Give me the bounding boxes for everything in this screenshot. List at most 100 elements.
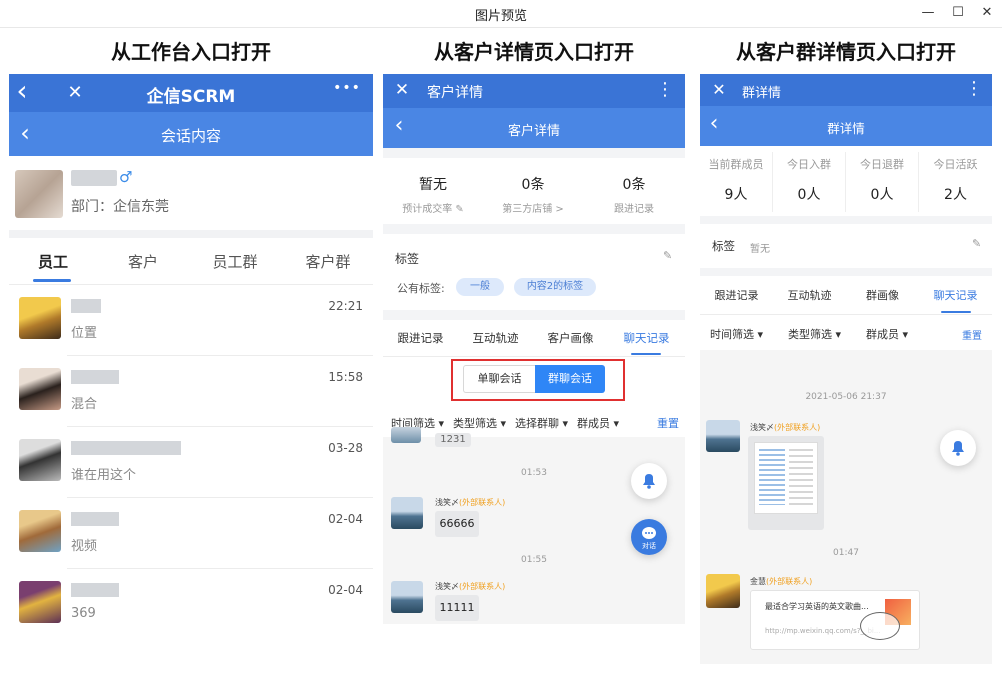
filter-label: 时间筛选 (710, 328, 754, 341)
blurred-name (71, 170, 117, 186)
chevron-down-icon: ▾ (902, 328, 909, 341)
tag-value: 暂无 (750, 244, 770, 255)
tab-interaction[interactable]: 互动轨迹 (773, 287, 846, 303)
list-item[interactable]: 谁在用这个 03-28 (9, 427, 373, 497)
page-title: 会话内容 (160, 127, 221, 145)
reset-button[interactable]: 重置 (962, 327, 982, 342)
filter-member[interactable]: 群成员 ▾ (866, 326, 908, 342)
message-preview: 谁在用这个 (71, 468, 137, 483)
image-message[interactable] (748, 436, 824, 530)
avatar (19, 297, 61, 339)
public-tags-label: 公有标签: (397, 282, 445, 295)
tab-chat-records[interactable]: 聊天记录 (608, 330, 685, 346)
filter-label: 选择群聊 (515, 417, 559, 430)
message-timestamp: 01:55 (521, 555, 547, 565)
divider (9, 230, 373, 238)
bell-icon (643, 474, 655, 489)
filter-group[interactable]: 选择群聊 ▾ (515, 415, 568, 431)
group-chat-toggle[interactable]: 群聊会话 (535, 365, 605, 393)
minimize-button[interactable]: — (913, 2, 943, 24)
avatar (19, 510, 61, 552)
sender-name: 金慧(外部联系人) (750, 577, 813, 586)
list-item[interactable]: 混合 15:58 (9, 356, 373, 426)
blurred-name (71, 299, 101, 313)
message-timestamp: 2021-05-06 21:37 (805, 392, 887, 402)
app-title: 群详情 (742, 86, 782, 101)
message-timestamp: 01:47 (833, 548, 859, 558)
close-icon[interactable]: ✕ (708, 80, 730, 99)
single-chat-toggle[interactable]: 单聊会话 (463, 365, 535, 393)
stat-value: 0条 (622, 177, 646, 193)
chat-button[interactable]: 对话 (631, 519, 667, 555)
link-title: 最适合学习英语的英文歌曲... (765, 602, 869, 611)
tab-employee[interactable]: 员工 (9, 251, 97, 272)
close-icon[interactable]: ✕ (391, 80, 413, 100)
blurred-name (71, 512, 119, 526)
message-preview: 混合 (71, 397, 98, 412)
notification-button[interactable] (631, 463, 667, 499)
stat-label: 今日活跃 (933, 158, 978, 171)
chat-button-label: 对话 (642, 542, 656, 550)
tag-chip: 内容2的标签 (514, 278, 596, 296)
notification-button[interactable] (940, 430, 976, 466)
stat-label[interactable]: 预计成交率 ✎ (383, 200, 483, 215)
filter-time[interactable]: 时间筛选 ▾ (710, 326, 763, 342)
stat-value: 2人 (944, 187, 967, 203)
close-window-button[interactable]: ✕ (972, 2, 1002, 24)
message-time: 02-04 (328, 583, 363, 597)
profile-card: ♂ 部门：企信东莞 (9, 156, 373, 230)
tab-customer-group[interactable]: 客户群 (284, 251, 372, 272)
detail-tabs: 跟进记录 互动轨迹 群画像 聊天记录 (700, 276, 992, 314)
list-item[interactable]: 视频 02-04 (9, 498, 373, 568)
chevron-down-icon: ▾ (835, 328, 842, 341)
stat-value: 9人 (724, 187, 748, 203)
tab-customer[interactable]: 客户 (99, 251, 187, 272)
blurred-name (71, 441, 181, 455)
filter-type[interactable]: 类型筛选 ▾ (788, 326, 841, 342)
conversation-tabs: 员工 客户 员工群 客户群 (9, 238, 373, 284)
filter-type[interactable]: 类型筛选 ▾ (453, 415, 506, 431)
divider (700, 314, 992, 315)
page-title: 群详情 (827, 121, 865, 136)
divider (700, 216, 992, 224)
chat-area: 1231 01:53 浅笑〆(外部联系人) 66666 01:55 浅笑〆(外部… (383, 427, 685, 624)
maximize-button[interactable]: ☐ (943, 2, 973, 24)
edit-icon[interactable]: ✎ (972, 237, 981, 250)
tab-follow-up[interactable]: 跟进记录 (383, 330, 458, 346)
tab-group-portrait[interactable]: 群画像 (846, 287, 919, 303)
tab-interaction[interactable]: 互动轨迹 (458, 330, 533, 346)
avatar (391, 581, 423, 613)
stat-value: 0人 (870, 187, 894, 203)
tab-chat-records[interactable]: 聊天记录 (919, 287, 992, 303)
page-title: 客户详情 (507, 124, 560, 139)
filter-member[interactable]: 群成员 ▾ (577, 415, 619, 431)
stat-label: 当前群成员 (708, 158, 764, 171)
panel-customer-detail: ✕ 客户详情 ⋮ ‹ 客户详情 暂无 预计成交率 ✎ 0条 第三方店铺 > 0条… (383, 74, 685, 624)
tab-employee-group[interactable]: 员工群 (191, 251, 279, 272)
more-icon[interactable]: ⋮ (655, 79, 675, 100)
reset-button[interactable]: 重置 (657, 415, 679, 431)
list-item[interactable]: 369 02-04 (9, 569, 373, 639)
filter-label: 群成员 (866, 328, 899, 341)
avatar (391, 497, 423, 529)
list-item[interactable]: 位置 22:21 (9, 285, 373, 355)
stat-label: 今日入群 (787, 158, 831, 171)
message-bubble: 11111 (435, 595, 479, 621)
filter-bar: 时间筛选 ▾ 类型筛选 ▾ 群成员 ▾ 重置 (700, 322, 992, 346)
panel-workbench: ‹ ✕ 企信SCRM ••• ‹ 会话内容 ♂ 部门：企信东莞 员工 客户 员工… (9, 74, 373, 666)
screenshot-thumbnail (754, 442, 818, 514)
edit-icon[interactable]: ✎ (663, 249, 672, 262)
more-icon[interactable]: ••• (331, 80, 363, 96)
app-header: ‹ ✕ 企信SCRM ••• (9, 74, 373, 112)
male-icon: ♂ (119, 168, 133, 186)
sender-name: 浅笑〆(外部联系人) (435, 498, 506, 507)
filter-label: 类型筛选 (788, 328, 832, 341)
filter-label: 群成员 (577, 417, 610, 430)
heading-group-detail: 从客户群详情页入口打开 (736, 40, 956, 64)
divider (700, 268, 992, 276)
stat-label[interactable]: 第三方店铺 > (483, 200, 583, 215)
tab-follow-up[interactable]: 跟进记录 (700, 287, 773, 303)
app-header: ✕ 群详情 ⋮ (700, 74, 992, 106)
tab-portrait[interactable]: 客户画像 (533, 330, 608, 346)
more-icon[interactable]: ⋮ (964, 78, 984, 99)
